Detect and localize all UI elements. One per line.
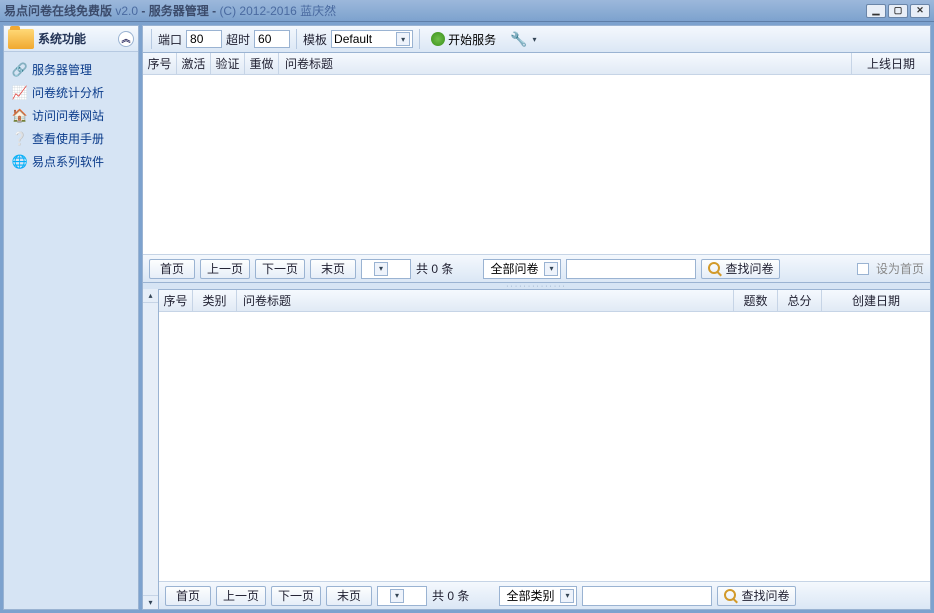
sidebar-item-server[interactable]: 🔗 服务器管理 bbox=[4, 58, 138, 81]
col-qcount[interactable]: 题数 bbox=[734, 290, 778, 311]
help-icon: ❔ bbox=[12, 131, 28, 147]
server-icon: 🔗 bbox=[12, 62, 28, 78]
search-button[interactable]: 查找问卷 bbox=[717, 586, 796, 606]
col-activate[interactable]: 激活 bbox=[177, 53, 211, 74]
start-service-button[interactable]: 开始服务 bbox=[426, 28, 501, 51]
col-redo[interactable]: 重做 bbox=[245, 53, 279, 74]
titlebar: 易点问卷在线免费版 v2.0 - 服务器管理 - (C) 2012-2016 蓝… bbox=[0, 0, 934, 22]
prev-page-button[interactable]: 上一页 bbox=[200, 259, 250, 279]
maximize-button[interactable]: ▢ bbox=[888, 4, 908, 18]
total-label: 共 0 条 bbox=[416, 260, 453, 277]
last-page-button[interactable]: 末页 bbox=[326, 586, 372, 606]
port-label: 端口 bbox=[158, 31, 182, 48]
template-label: 模板 bbox=[303, 31, 327, 48]
chevron-down-icon: ▾ bbox=[390, 589, 404, 603]
search-icon bbox=[708, 262, 722, 276]
question-grid-panel: 序号 类别 问卷标题 题数 总分 创建日期 首页 上一页 下一页 末页 bbox=[158, 289, 931, 610]
pagination-bar: 首页 上一页 下一页 末页 ▾ 共 0 条 全部问卷 ▾ bbox=[143, 254, 930, 282]
timeout-label: 超时 bbox=[226, 31, 250, 48]
scroll-down-button[interactable]: ▾ bbox=[143, 595, 158, 609]
survey-grid-panel: 序号 激活 验证 重做 问卷标题 上线日期 首页 上一页 下一页 末页 ▾ bbox=[142, 53, 931, 283]
total-label: 共 0 条 bbox=[432, 587, 469, 604]
sidebar-item-label: 服务器管理 bbox=[32, 61, 92, 78]
template-value: Default bbox=[334, 32, 372, 46]
close-button[interactable]: ✕ bbox=[910, 4, 930, 18]
sidebar-item-label: 易点系列软件 bbox=[32, 153, 104, 170]
chevron-down-icon: ▾ bbox=[374, 262, 388, 276]
folder-icon bbox=[8, 29, 34, 49]
toolbar: 端口 超时 模板 Default ▾ 开始服务 🔧 ▾ bbox=[142, 25, 931, 53]
search-button[interactable]: 查找问卷 bbox=[701, 259, 780, 279]
sidebar-header[interactable]: 系统功能 ︽ bbox=[4, 26, 138, 52]
wrench-icon: 🔧 bbox=[510, 31, 527, 48]
page-select[interactable]: ▾ bbox=[377, 586, 427, 606]
col-title[interactable]: 问卷标题 bbox=[237, 290, 734, 311]
template-select[interactable]: Default ▾ bbox=[331, 30, 413, 48]
sidebar-item-software[interactable]: 🌐 易点系列软件 bbox=[4, 150, 138, 173]
chevron-down-icon: ▾ bbox=[560, 589, 574, 603]
first-page-button[interactable]: 首页 bbox=[165, 586, 211, 606]
filter-select[interactable]: 全部类别 ▾ bbox=[499, 586, 577, 606]
chevron-down-icon: ▾ bbox=[533, 35, 537, 44]
search-input[interactable] bbox=[582, 586, 712, 606]
search-icon bbox=[724, 589, 738, 603]
sidebar-item-label: 查看使用手册 bbox=[32, 130, 104, 147]
set-home-checkbox[interactable] bbox=[857, 263, 869, 275]
tools-menu-button[interactable]: 🔧 ▾ bbox=[505, 28, 541, 51]
col-seq[interactable]: 序号 bbox=[159, 290, 193, 311]
home-icon: 🏠 bbox=[12, 108, 28, 124]
col-online-date[interactable]: 上线日期 bbox=[852, 53, 930, 74]
refresh-icon bbox=[431, 32, 445, 46]
sidebar-item-label: 问卷统计分析 bbox=[32, 84, 104, 101]
port-input[interactable] bbox=[186, 30, 222, 48]
grid-body[interactable] bbox=[143, 75, 930, 254]
next-page-button[interactable]: 下一页 bbox=[271, 586, 321, 606]
grid-header: 序号 类别 问卷标题 题数 总分 创建日期 bbox=[159, 290, 930, 312]
sidebar-item-manual[interactable]: ❔ 查看使用手册 bbox=[4, 127, 138, 150]
next-page-button[interactable]: 下一页 bbox=[255, 259, 305, 279]
col-category[interactable]: 类别 bbox=[193, 290, 237, 311]
sidebar-item-website[interactable]: 🏠 访问问卷网站 bbox=[4, 104, 138, 127]
vertical-scrollbar[interactable]: ▴ ▾ bbox=[142, 289, 158, 610]
search-input[interactable] bbox=[566, 259, 696, 279]
chevron-down-icon: ▾ bbox=[544, 262, 558, 276]
col-created[interactable]: 创建日期 bbox=[822, 290, 930, 311]
collapse-icon[interactable]: ︽ bbox=[118, 31, 134, 47]
sidebar-item-label: 访问问卷网站 bbox=[32, 107, 104, 124]
pagination-bar: 首页 上一页 下一页 末页 ▾ 共 0 条 bbox=[159, 581, 930, 609]
col-total-score[interactable]: 总分 bbox=[778, 290, 822, 311]
prev-page-button[interactable]: 上一页 bbox=[216, 586, 266, 606]
last-page-button[interactable]: 末页 bbox=[310, 259, 356, 279]
window-title: 易点问卷在线免费版 v2.0 - 服务器管理 - (C) 2012-2016 蓝… bbox=[4, 2, 866, 19]
first-page-button[interactable]: 首页 bbox=[149, 259, 195, 279]
sidebar: 系统功能 ︽ 🔗 服务器管理 📈 问卷统计分析 🏠 访问问卷网站 ❔ bbox=[3, 25, 139, 610]
col-verify[interactable]: 验证 bbox=[211, 53, 245, 74]
scroll-up-button[interactable]: ▴ bbox=[143, 289, 158, 303]
grid-body[interactable] bbox=[159, 312, 930, 581]
set-home-label: 设为首页 bbox=[876, 260, 924, 277]
filter-select[interactable]: 全部问卷 ▾ bbox=[483, 259, 561, 279]
page-select[interactable]: ▾ bbox=[361, 259, 411, 279]
grid-header: 序号 激活 验证 重做 问卷标题 上线日期 bbox=[143, 53, 930, 75]
sidebar-title: 系统功能 bbox=[38, 30, 86, 47]
col-seq[interactable]: 序号 bbox=[143, 53, 177, 74]
sidebar-item-stats[interactable]: 📈 问卷统计分析 bbox=[4, 81, 138, 104]
globe-icon: 🌐 bbox=[12, 154, 28, 170]
stats-icon: 📈 bbox=[12, 85, 28, 101]
col-title[interactable]: 问卷标题 bbox=[279, 53, 852, 74]
timeout-input[interactable] bbox=[254, 30, 290, 48]
chevron-down-icon: ▾ bbox=[396, 32, 410, 46]
minimize-button[interactable]: ▁ bbox=[866, 4, 886, 18]
